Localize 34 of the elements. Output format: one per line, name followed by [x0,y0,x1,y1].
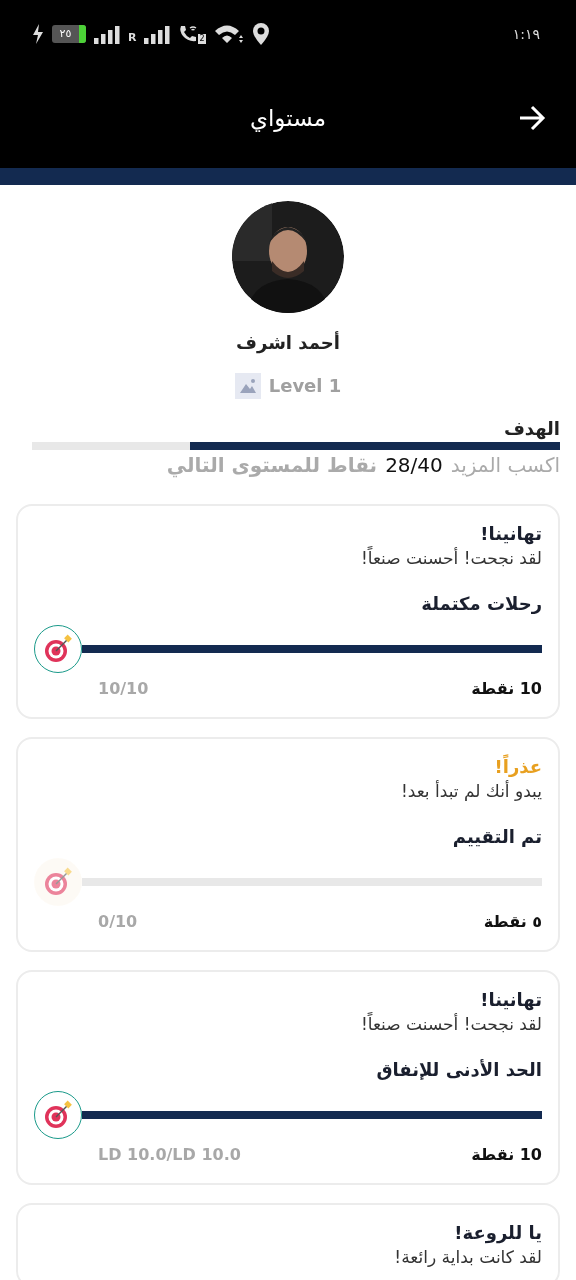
goal-suffix: نقاط للمستوى التالي [166,452,378,480]
user-name: أحمد اشرف [236,330,340,356]
goal-prefix: اكسب المزيد [450,452,560,479]
points-text: ٥ نقطة [483,911,542,933]
progress-text: 0/10 [98,911,138,933]
battery-icon: ٢٥ [52,25,86,43]
level-label: Level 1 [268,374,342,398]
category-title: تم التقييم [451,825,542,849]
card-message: لقد كانت بداية رائعة! [393,1246,542,1269]
signal-icon [144,24,171,44]
card-message: لقد نجحت! أحسنت صنعاً! [359,1012,542,1036]
card-message: يبدو أنك لم تبدأ بعد! [399,779,542,803]
card-title: تهانينا! [479,522,542,546]
goal-title: الهدف [502,417,560,442]
signal-icon [94,24,120,44]
card-title: يا للروعة! [453,1221,542,1245]
time-text: ١:١٩ [512,24,540,44]
card-title: عذراً! [493,755,542,779]
progress-text: 10/10 [98,678,149,700]
points-text: 10 نقطة [471,678,542,700]
image-placeholder-icon [234,372,261,399]
roaming-label: R [128,29,137,46]
back-arrow-icon[interactable] [518,105,546,131]
category-title: الحد الأدنى للإنفاق [375,1058,542,1082]
location-icon [251,23,270,45]
charging-icon [32,24,44,44]
page-title: مستواي [249,103,327,134]
card-message: لقد نجحت! أحسنت صنعاً! [359,546,542,570]
progress-text: LD 10.0/LD 10.0 [98,1144,241,1166]
points-text: 10 نقطة [471,1144,542,1166]
goal-count: 28/40 [385,452,443,479]
wifi-icon [213,23,244,45]
category-title: رحلات مكتملة [420,592,542,616]
card-title: تهانينا! [479,988,542,1012]
